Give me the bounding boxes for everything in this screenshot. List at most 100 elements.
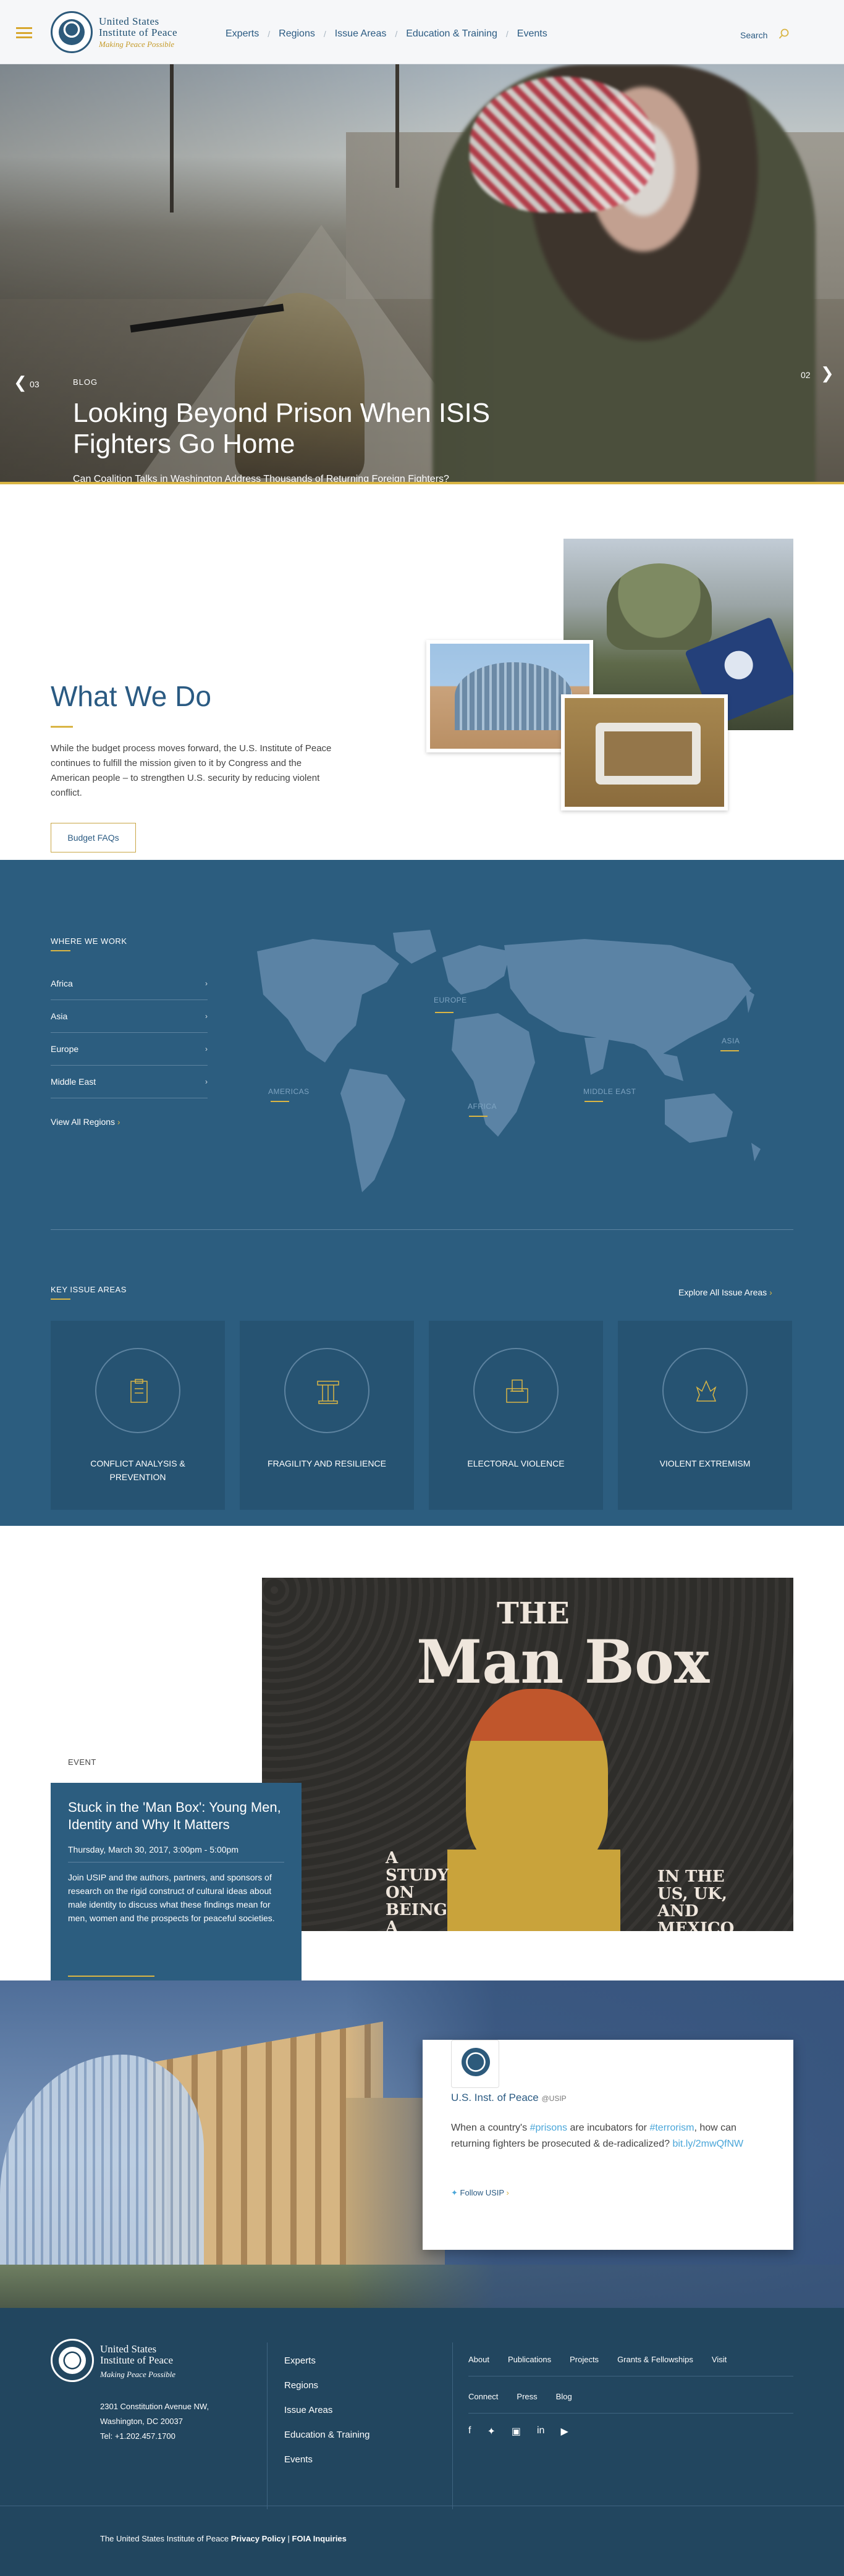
tweet-link[interactable]: bit.ly/2mwQfNW: [672, 2139, 743, 2149]
chevron-right-icon[interactable]: ❯: [821, 364, 834, 383]
footer-nav-regions[interactable]: Regions: [284, 2373, 369, 2398]
photo-helmet: [607, 563, 712, 650]
key-issue-areas-rule: [51, 1299, 70, 1300]
photo-conference-table: [596, 723, 701, 785]
footer-links-row1: About Publications Projects Grants & Fel…: [468, 2355, 745, 2364]
hero-next-number[interactable]: 02: [801, 370, 811, 380]
footer-address-line: 2301 Constitution Avenue NW,: [100, 2402, 209, 2411]
map-india: [584, 1038, 609, 1075]
footer-nav: Experts Regions Issue Areas Education & …: [284, 2349, 369, 2472]
nav-separator: /: [323, 29, 326, 39]
footer-nav-issue-areas[interactable]: Issue Areas: [284, 2398, 369, 2423]
menu-icon[interactable]: [16, 27, 32, 38]
footer-nav-education-training[interactable]: Education & Training: [284, 2423, 369, 2448]
issue-card-conflict-analysis[interactable]: CONFLICT ANALYSIS & PREVENTION: [51, 1321, 225, 1510]
column-icon: [317, 1381, 339, 1404]
map-label-middle-east[interactable]: MIDDLE EAST: [583, 1087, 636, 1096]
footer-link-blog[interactable]: Blog: [556, 2392, 572, 2401]
explore-issue-areas-label: Explore All Issue Areas: [678, 1287, 767, 1297]
hero-carousel[interactable]: ❮ 03 02 ❯ BLOG Looking Beyond Prison Whe…: [0, 64, 844, 484]
map-label-africa[interactable]: AFRICA: [468, 1102, 497, 1111]
view-all-regions-label: View All Regions: [51, 1117, 116, 1127]
map-rule-asia: [720, 1050, 739, 1051]
event-title[interactable]: Stuck in the 'Man Box': Young Men, Ident…: [68, 1799, 290, 1833]
chevron-left-icon[interactable]: ❮: [14, 373, 27, 392]
usip-seal-logo[interactable]: [51, 11, 93, 53]
footer-link-press[interactable]: Press: [517, 2392, 537, 2401]
map-japan: [745, 988, 754, 1013]
nav-regions[interactable]: Regions: [279, 28, 315, 40]
footer-link-about[interactable]: About: [468, 2355, 489, 2364]
issue-card-electoral-violence[interactable]: ELECTORAL VIOLENCE: [429, 1321, 603, 1510]
issue-name: CONFLICT ANALYSIS & PREVENTION: [90, 1458, 185, 1482]
region-item-africa[interactable]: Africa ›: [51, 967, 208, 1000]
twitter-avatar[interactable]: [451, 2040, 499, 2088]
hero-title[interactable]: Looking Beyond Prison When ISIS Fighters…: [73, 398, 580, 460]
event-card[interactable]: Stuck in the 'Man Box': Young Men, Ident…: [51, 1783, 302, 1980]
nav-separator: /: [268, 29, 271, 39]
follow-usip-button[interactable]: ✦ Follow USIP ›: [451, 2188, 509, 2198]
instagram-icon[interactable]: ▣: [512, 2425, 521, 2438]
issue-card-violent-extremism[interactable]: VIOLENT EXTREMISM: [618, 1321, 792, 1510]
footer-link-projects[interactable]: Projects: [570, 2355, 599, 2364]
map-label-americas[interactable]: AMERICAS: [268, 1087, 310, 1096]
region-item-middle-east[interactable]: Middle East ›: [51, 1066, 208, 1098]
explore-issue-areas-link[interactable]: Explore All Issue Areas ›: [678, 1287, 772, 1297]
tweet-hashtag[interactable]: #prisons: [530, 2123, 567, 2133]
tweet-text-part: When a country's: [451, 2123, 530, 2133]
foia-link[interactable]: FOIA Inquiries: [292, 2534, 347, 2543]
twitter-account[interactable]: U.S. Inst. of Peace @USIP: [451, 2092, 567, 2104]
map-rule-americas: [271, 1101, 289, 1102]
chevron-right-icon: ›: [769, 1287, 772, 1297]
map-new-zealand: [751, 1143, 761, 1161]
event-button-edge[interactable]: [68, 1976, 154, 1980]
region-item-europe[interactable]: Europe ›: [51, 1033, 208, 1066]
map-label-asia[interactable]: ASIA: [722, 1037, 740, 1045]
footer-logo-title[interactable]: United States Institute of Peace: [100, 2344, 173, 2366]
world-map[interactable]: [238, 927, 795, 1198]
map-europe: [442, 945, 510, 995]
nav-experts[interactable]: Experts: [226, 28, 259, 40]
footer-rule: [468, 2413, 793, 2414]
tweet-hashtag[interactable]: #terrorism: [649, 2123, 694, 2133]
region-label: Middle East: [51, 1077, 96, 1087]
footer-nav-events[interactable]: Events: [284, 2448, 369, 2472]
site-header: United States Institute of Peace Making …: [0, 0, 844, 64]
logo-title[interactable]: United States Institute of Peace: [99, 16, 177, 38]
footer-link-connect[interactable]: Connect: [468, 2392, 498, 2401]
view-all-regions-link[interactable]: View All Regions ›: [51, 1117, 120, 1127]
hero-prev-number[interactable]: 03: [30, 379, 40, 389]
map-australia: [665, 1093, 733, 1143]
footer-nav-experts[interactable]: Experts: [284, 2349, 369, 2373]
twitter-icon[interactable]: ✦: [487, 2425, 495, 2438]
event-art-title-main: Man Box: [416, 1627, 710, 1697]
follow-label: Follow USIP: [460, 2188, 504, 2197]
budget-faqs-button[interactable]: Budget FAQs: [51, 823, 136, 852]
privacy-policy-link[interactable]: Privacy Policy: [231, 2534, 285, 2543]
footer-links-row2: Connect Press Blog: [468, 2392, 591, 2401]
nav-separator: /: [395, 29, 398, 39]
youtube-icon[interactable]: ▶: [560, 2425, 568, 2438]
region-label: Africa: [51, 979, 73, 988]
map-label-europe[interactable]: EUROPE: [434, 996, 467, 1004]
issue-name: VIOLENT EXTREMISM: [659, 1458, 751, 1468]
facebook-icon[interactable]: f: [468, 2425, 471, 2438]
search-icon[interactable]: [779, 28, 790, 40]
linkedin-icon[interactable]: in: [537, 2425, 544, 2438]
footer-link-visit[interactable]: Visit: [712, 2355, 727, 2364]
region-item-asia[interactable]: Asia ›: [51, 1000, 208, 1033]
footer-phone[interactable]: Tel: +1.202.457.1700: [100, 2429, 209, 2444]
building-glass-dome: [0, 2055, 204, 2289]
nav-events[interactable]: Events: [517, 28, 547, 40]
nav-education-training[interactable]: Education & Training: [406, 28, 497, 40]
footer-address-line: Washington, DC 20037: [100, 2417, 183, 2426]
footer-seal-logo[interactable]: [51, 2339, 94, 2382]
map-africa: [452, 1013, 535, 1137]
issue-card-fragility[interactable]: FRAGILITY AND RESILIENCE: [240, 1321, 414, 1510]
search-label[interactable]: Search: [740, 30, 767, 40]
nav-separator: /: [505, 29, 509, 39]
nav-issue-areas[interactable]: Issue Areas: [335, 28, 387, 40]
event-artwork[interactable]: THE Man Box A STUDY ON BEING A YOUNG MAN…: [262, 1578, 793, 1931]
footer-link-grants[interactable]: Grants & Fellowships: [617, 2355, 693, 2364]
footer-link-publications[interactable]: Publications: [508, 2355, 551, 2364]
